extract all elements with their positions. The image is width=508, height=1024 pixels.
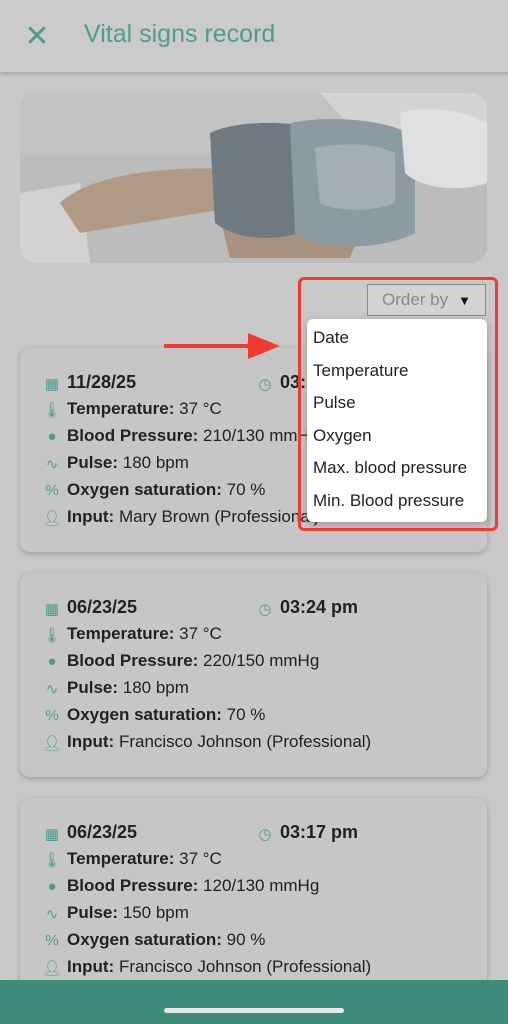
pulse-row: ∿ Pulse: 180 bpm [42, 453, 189, 473]
order-option-pulse[interactable]: Pulse [307, 387, 487, 420]
oxygen-row: % Oxygen saturation: 70 % [42, 480, 265, 500]
thermometer-icon: 🌡︎ [42, 401, 62, 419]
clock-icon: ◷ [258, 375, 272, 393]
order-option-max-blood-pressure[interactable]: Max. blood pressure [307, 452, 487, 485]
close-button[interactable]: ✕ [22, 20, 52, 54]
temperature-row: 🌡︎ Temperature: 37 °C [42, 399, 222, 419]
vital-record-card[interactable]: ▦ 06/23/25 ◷ 03:17 pm 🌡︎ Temperature: 37 °C… [20, 798, 487, 1002]
order-option-temperature[interactable]: Temperature [307, 355, 487, 388]
record-date: ▦ 06/23/25 [42, 597, 137, 618]
blood-drop-icon: ● [47, 878, 57, 896]
thermometer-icon: 🌡︎ [42, 851, 62, 869]
calendar-icon: ▦ [44, 375, 60, 393]
order-option-date[interactable]: Date [307, 322, 487, 355]
heartbeat-icon: ∿ [45, 455, 59, 473]
input-row: 👤︎ Input: Francisco Johnson (Professional… [42, 732, 372, 752]
heartbeat-icon: ∿ [45, 905, 59, 923]
clock-icon: ◷ [258, 825, 272, 843]
user-icon: 👤︎ [42, 734, 62, 752]
order-option-oxygen[interactable]: Oxygen [307, 420, 487, 453]
user-icon: 👤︎ [42, 959, 62, 977]
calendar-icon: ▦ [44, 825, 60, 843]
blood-pressure-photo [20, 93, 487, 263]
pulse-row: ∿ Pulse: 180 bpm [42, 678, 189, 698]
percent-icon: % [45, 482, 59, 500]
record-time: ◷ 03:17 pm [255, 822, 358, 843]
pulse-row: ∿ Pulse: 150 bpm [42, 903, 189, 923]
oxygen-row: % Oxygen saturation: 90 % [42, 930, 265, 950]
record-date: ▦ 06/23/25 [42, 822, 137, 843]
input-row: 👤︎ Input: Mary Brown (Professional) [42, 507, 320, 527]
annotation-arrow-icon [164, 333, 280, 359]
blood-pressure-row: ● Blood Pressure: 120/130 mmHg [42, 876, 319, 896]
blood-pressure-row: ● Blood Pressure: 220/150 mmHg [42, 651, 319, 671]
thermometer-icon: 🌡︎ [42, 626, 62, 644]
record-date: ▦ 11/28/25 [42, 372, 136, 393]
blood-pressure-row: ● Blood Pressure: 210/130 mmHg [42, 426, 319, 446]
oxygen-row: % Oxygen saturation: 70 % [42, 705, 265, 725]
order-by-label: Order by [381, 290, 449, 309]
input-row: 👤︎ Input: Francisco Johnson (Professional… [42, 957, 372, 977]
temperature-row: 🌡︎ Temperature: 37 °C [42, 624, 222, 644]
blood-drop-icon: ● [47, 653, 57, 671]
user-icon: 👤︎ [42, 509, 62, 527]
close-icon: ✕ [24, 20, 50, 53]
percent-icon: % [45, 707, 59, 725]
clock-icon: ◷ [258, 600, 272, 618]
order-by-select[interactable]: Order by ▼ [367, 284, 486, 316]
percent-icon: % [45, 932, 59, 950]
heartbeat-icon: ∿ [45, 680, 59, 698]
order-option-min-blood-pressure[interactable]: Min. Blood pressure [307, 485, 487, 518]
vital-record-card[interactable]: ▦ 06/23/25 ◷ 03:24 pm 🌡︎ Temperature: 37 °C… [20, 573, 487, 777]
home-indicator[interactable] [164, 1008, 344, 1013]
order-by-dropdown: Date Temperature Pulse Oxygen Max. blood… [307, 319, 487, 522]
page-title: Vital signs record [84, 20, 276, 48]
bottom-bar [0, 980, 508, 1024]
record-time: ◷ 03:24 pm [255, 597, 358, 618]
caret-down-icon: ▼ [458, 292, 471, 308]
app-header: ✕ Vital signs record [0, 0, 508, 72]
record-time: ◷ 03: [255, 372, 306, 393]
temperature-row: 🌡︎ Temperature: 37 °C [42, 849, 222, 869]
calendar-icon: ▦ [44, 600, 60, 618]
blood-drop-icon: ● [47, 428, 57, 446]
